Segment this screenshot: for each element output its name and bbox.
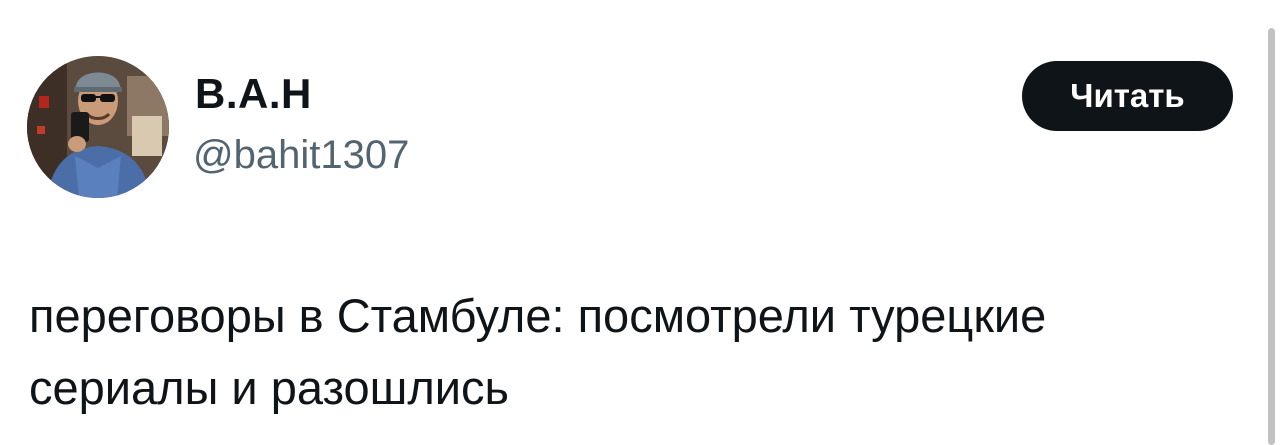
scrollbar[interactable] (1268, 28, 1275, 445)
display-name[interactable]: В.А.Н (195, 70, 312, 118)
avatar-photo-icon (27, 56, 169, 198)
read-button[interactable]: Читать (1022, 61, 1233, 131)
tweet-card: В.А.Н @bahit1307 Читать переговоры в Ста… (0, 0, 1284, 445)
tweet-text: переговоры в Стамбуле: посмотрели турецк… (29, 289, 1047, 414)
avatar[interactable] (27, 56, 169, 198)
user-handle[interactable]: @bahit1307 (193, 133, 409, 178)
